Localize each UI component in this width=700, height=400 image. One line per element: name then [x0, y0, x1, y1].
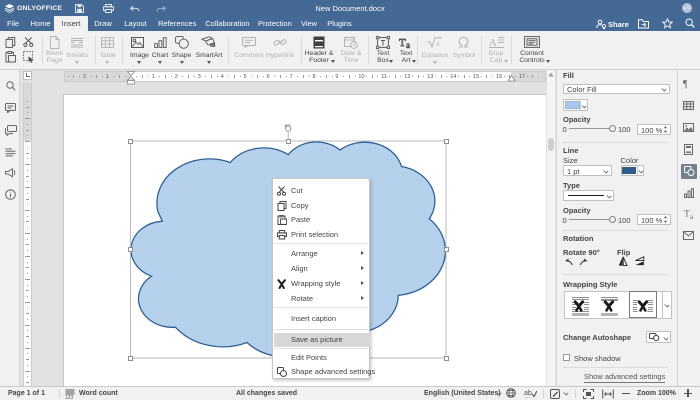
svg-text:123: 123: [65, 395, 74, 399]
svg-text:ab: ab: [524, 390, 532, 397]
svg-text:a: a: [690, 213, 694, 220]
